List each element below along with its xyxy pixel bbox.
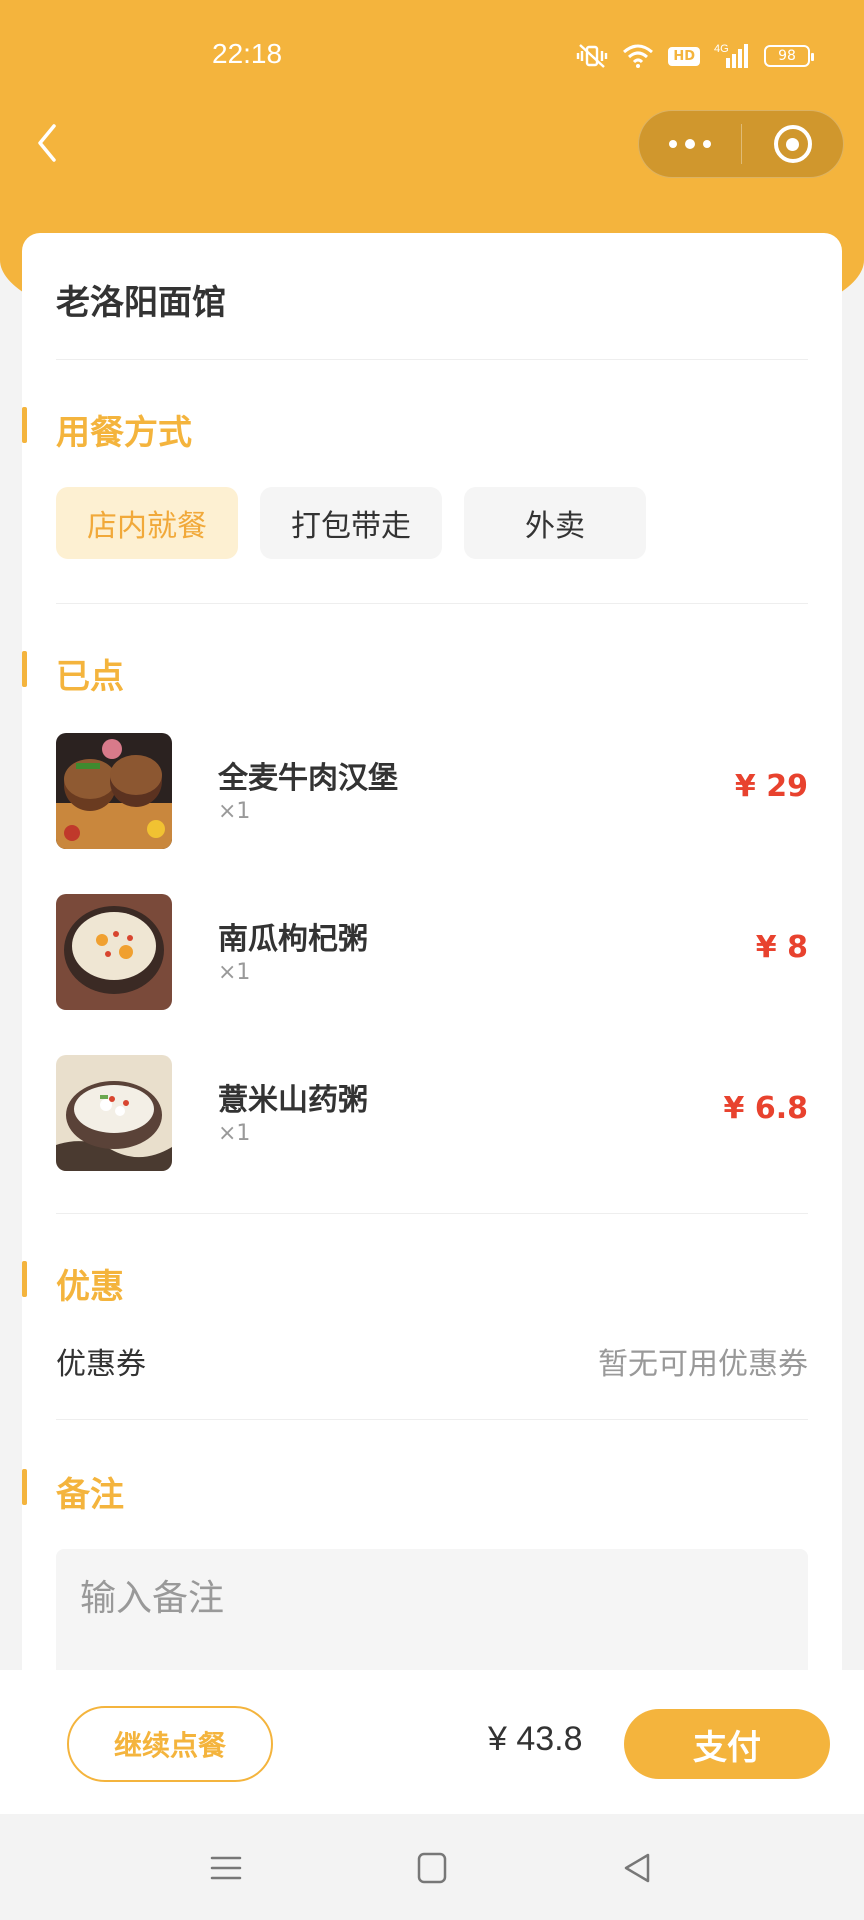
signal-icon: 4G bbox=[714, 42, 750, 70]
dining-section-title: 用餐方式 bbox=[56, 413, 192, 453]
discount-section-title: 优惠 bbox=[56, 1267, 124, 1307]
order-confirm-page: 22:18 HD 4G 98 老洛阳面馆 用餐方式 店内就餐 打包带走 外卖 已… bbox=[0, 0, 864, 1920]
coupon-label: 优惠券 bbox=[56, 1347, 146, 1382]
item-quantity: ×1 bbox=[218, 799, 251, 824]
miniprogram-capsule bbox=[638, 110, 844, 178]
option-dine-in[interactable]: 店内就餐 bbox=[56, 487, 238, 559]
vibrate-icon bbox=[576, 43, 608, 69]
section-marker bbox=[22, 1469, 27, 1505]
back-button[interactable] bbox=[30, 118, 70, 168]
pumpkin-congee-image bbox=[56, 894, 172, 1010]
burger-image bbox=[56, 733, 172, 849]
order-total: ¥ 43.8 bbox=[488, 1720, 583, 1758]
item-price: ¥ 6.8 bbox=[723, 1091, 808, 1126]
home-icon[interactable] bbox=[412, 1850, 452, 1886]
system-nav-bar bbox=[0, 1814, 864, 1920]
menu-icon[interactable] bbox=[206, 1850, 246, 1886]
more-button[interactable] bbox=[639, 111, 741, 177]
shop-name: 老洛阳面馆 bbox=[56, 283, 226, 323]
item-name: 南瓜枸杞粥 bbox=[218, 922, 368, 957]
option-delivery[interactable]: 外卖 bbox=[464, 487, 646, 559]
battery-icon: 98 bbox=[764, 45, 814, 67]
dining-options: 店内就餐 打包带走 外卖 bbox=[56, 487, 646, 559]
more-dots-icon bbox=[669, 140, 677, 148]
item-quantity: ×1 bbox=[218, 960, 251, 985]
item-price: ¥ 8 bbox=[755, 930, 808, 965]
continue-ordering-button[interactable]: 继续点餐 bbox=[67, 1706, 273, 1782]
svg-text:4G: 4G bbox=[714, 43, 729, 55]
section-marker bbox=[22, 651, 27, 687]
more-dot bbox=[703, 140, 711, 148]
list-item: 南瓜枸杞粥 ×1 ¥ 8 bbox=[56, 894, 808, 1010]
order-card: 老洛阳面馆 用餐方式 店内就餐 打包带走 外卖 已点 全麦牛肉汉堡 ×1 ¥ 2… bbox=[22, 233, 842, 1749]
section-marker bbox=[22, 407, 27, 443]
chevron-left-icon bbox=[38, 124, 56, 162]
list-item: 全麦牛肉汉堡 ×1 ¥ 29 bbox=[56, 733, 808, 849]
battery-level: 98 bbox=[778, 48, 796, 64]
status-time: 22:18 bbox=[212, 38, 283, 69]
divider bbox=[56, 1419, 808, 1420]
more-dot bbox=[685, 139, 695, 149]
item-price: ¥ 29 bbox=[734, 769, 808, 804]
pay-button[interactable]: 支付 bbox=[624, 1709, 830, 1779]
remark-section-title: 备注 bbox=[56, 1475, 124, 1515]
section-marker bbox=[22, 1261, 27, 1297]
target-icon bbox=[773, 125, 812, 163]
divider bbox=[56, 1213, 808, 1214]
divider bbox=[56, 359, 808, 360]
item-name: 全麦牛肉汉堡 bbox=[218, 761, 398, 796]
checkout-bar: 继续点餐 ¥ 43.8 支付 bbox=[0, 1670, 864, 1814]
status-bar: 22:18 HD 4G 98 bbox=[0, 0, 864, 110]
list-item: 薏米山药粥 ×1 ¥ 6.8 bbox=[56, 1055, 808, 1171]
option-takeaway[interactable]: 打包带走 bbox=[260, 487, 442, 559]
wifi-icon bbox=[622, 44, 654, 68]
close-button[interactable] bbox=[742, 111, 843, 177]
item-name: 薏米山药粥 bbox=[218, 1083, 368, 1118]
back-triangle-icon[interactable] bbox=[618, 1850, 658, 1886]
hd-badge: HD bbox=[668, 46, 700, 66]
item-quantity: ×1 bbox=[218, 1121, 251, 1146]
ordered-section-title: 已点 bbox=[56, 657, 124, 697]
divider bbox=[56, 603, 808, 604]
coupon-selector[interactable]: 暂无可用优惠券 bbox=[598, 1339, 808, 1383]
yam-congee-image bbox=[56, 1055, 172, 1171]
status-icons: HD 4G 98 bbox=[576, 42, 814, 70]
